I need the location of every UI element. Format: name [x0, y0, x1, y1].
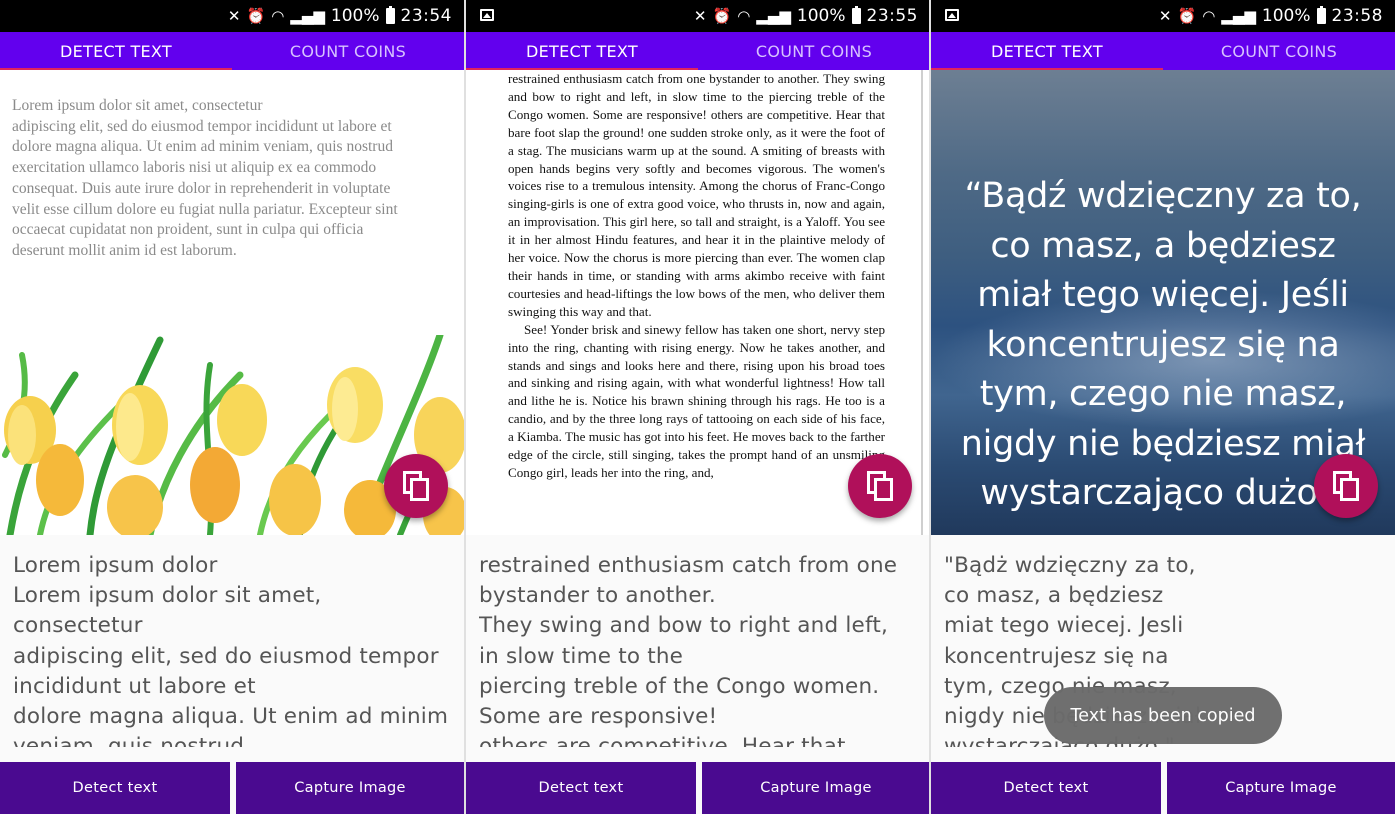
wifi-icon: ◠: [1202, 6, 1216, 25]
screen-1: ✕ ⏰ ◠ ▂▄▆ 100% 23:54 DETECT TEXT COUNT C…: [0, 0, 464, 814]
quote-line: co masz, a będziesz: [990, 225, 1336, 266]
result-line: consectetur: [13, 613, 143, 639]
signal-icon: ▂▄▆: [290, 6, 325, 25]
result-line: "Bądż wdzięczny za to,: [944, 553, 1196, 578]
wifi-icon: ◠: [737, 6, 751, 25]
tab-detect-text[interactable]: DETECT TEXT: [466, 32, 698, 70]
detect-text-button[interactable]: Detect text: [0, 762, 230, 814]
image-text-line: dolore magna aliqua. Ut enim ad minim ve…: [12, 138, 393, 156]
battery-percent: 100%: [1261, 6, 1311, 26]
battery-percent: 100%: [796, 6, 846, 26]
detected-text-result: restrained enthusiasm catch from one bys…: [479, 551, 924, 747]
capture-image-button[interactable]: Capture Image: [1167, 762, 1395, 814]
result-line: incididunt ut labore et: [13, 673, 256, 699]
result-line: bystander to another.: [479, 583, 716, 609]
image-text-line: consequat. Duis aute irure dolor in repr…: [12, 179, 391, 197]
result-line: restrained enthusiasm catch from one: [479, 553, 898, 578]
tab-count-coins[interactable]: COUNT COINS: [1163, 32, 1395, 70]
alarm-icon: ⏰: [712, 6, 732, 25]
status-bar: ✕ ⏰ ◠ ▂▄▆ 100% 23:55: [466, 0, 930, 32]
result-line: veniam, quis nostrud: [13, 734, 245, 747]
alarm-icon: ⏰: [1177, 6, 1197, 25]
image-text-line: occaecat cupidatat non proident, sunt in…: [12, 221, 364, 239]
signal-icon: ▂▄▆: [756, 6, 791, 25]
mute-icon: ✕: [1158, 6, 1172, 25]
status-icons: ✕ ⏰ ◠ ▂▄▆ 100% 23:55: [694, 0, 918, 32]
result-line: piercing treble of the Congo women.: [479, 673, 880, 699]
image-text-line: adipiscing elit, sed do eiusmod tempor i…: [12, 117, 392, 135]
quote-line: miał tego więcej. Jeśli: [977, 275, 1349, 315]
wifi-icon: ◠: [271, 6, 285, 25]
copy-icon: [403, 471, 429, 501]
signal-icon: ▂▄▆: [1221, 6, 1256, 25]
book-page-text: restrained enthusiasm catch from one bys…: [508, 70, 885, 482]
screen-3: ✕ ⏰ ◠ ▂▄▆ 100% 23:58 DETECT TEXT COUNT C…: [931, 0, 1395, 814]
capture-image-button[interactable]: Capture Image: [702, 762, 930, 814]
tab-bar: DETECT TEXT COUNT COINS: [466, 32, 930, 70]
status-icons: ✕ ⏰ ◠ ▂▄▆ 100% 23:54: [228, 0, 452, 32]
book-paragraph: See! Yonder brisk and sinewy fellow has …: [508, 321, 885, 480]
result-line: koncentrujesz się na: [944, 643, 1169, 669]
detect-text-button[interactable]: Detect text: [466, 762, 696, 814]
detect-text-button[interactable]: Detect text: [931, 762, 1161, 814]
alarm-icon: ⏰: [246, 6, 266, 25]
result-line: Some are responsive!: [479, 704, 718, 730]
clock: 23:54: [400, 6, 452, 26]
image-text-line: deserunt mollit anim id est laborum.: [12, 241, 237, 259]
copied-toast: Text has been copied: [1044, 687, 1282, 744]
image-text-line: exercitation ullamco laboris nisi ut ali…: [12, 159, 377, 177]
gallery-icon: [480, 9, 494, 21]
quote-line: koncentrujesz się na: [986, 324, 1340, 365]
tab-count-coins[interactable]: COUNT COINS: [698, 32, 930, 70]
status-bar: ✕ ⏰ ◠ ▂▄▆ 100% 23:58: [931, 0, 1395, 32]
copy-icon: [867, 471, 893, 501]
result-line: Lorem ipsum dolor: [13, 553, 218, 578]
tab-detect-text[interactable]: DETECT TEXT: [0, 32, 232, 70]
copy-icon: [1333, 471, 1359, 501]
battery-icon: [851, 6, 861, 24]
result-line: They swing and bow to right and left,: [479, 613, 889, 639]
result-line: adipiscing elit, sed do eiusmod tempor: [13, 643, 439, 669]
tab-bar: DETECT TEXT COUNT COINS: [0, 32, 464, 70]
status-bar: ✕ ⏰ ◠ ▂▄▆ 100% 23:54: [0, 0, 464, 32]
image-text-line: velit esse cillum dolore eu fugiat nulla…: [12, 200, 398, 218]
tab-bar: DETECT TEXT COUNT COINS: [931, 32, 1395, 70]
status-icons: ✕ ⏰ ◠ ▂▄▆ 100% 23:58: [1159, 0, 1383, 32]
tab-detect-text[interactable]: DETECT TEXT: [931, 32, 1163, 70]
copy-fab-button[interactable]: [848, 454, 912, 518]
result-line: dolore magna aliqua. Ut enim ad minim: [13, 704, 449, 730]
page-edge: [921, 70, 923, 535]
screen-2: ✕ ⏰ ◠ ▂▄▆ 100% 23:55 DETECT TEXT COUNT C…: [466, 0, 930, 814]
detected-text-result: Lorem ipsum dolor Lorem ipsum dolor sit …: [13, 551, 458, 747]
battery-percent: 100%: [330, 6, 380, 26]
result-line: co masz, a będziesz: [944, 583, 1164, 609]
result-line: miat tego wiecej. Jesli: [944, 613, 1184, 639]
image-text-line: Lorem ipsum dolor sit amet, consectetur: [12, 97, 263, 114]
copy-fab-button[interactable]: [384, 454, 448, 518]
gallery-icon: [945, 9, 959, 21]
capture-image-button[interactable]: Capture Image: [236, 762, 464, 814]
image-text: Lorem ipsum dolor sit amet, consectetur …: [12, 96, 456, 262]
battery-icon: [385, 6, 395, 24]
tab-count-coins[interactable]: COUNT COINS: [232, 32, 464, 70]
result-line: in slow time to the: [479, 643, 684, 669]
quote-line: tym, czego nie masz,: [979, 374, 1347, 414]
mute-icon: ✕: [227, 6, 241, 25]
mute-icon: ✕: [693, 6, 707, 25]
clock: 23:55: [866, 6, 918, 26]
battery-icon: [1316, 6, 1326, 24]
copy-fab-button[interactable]: [1314, 454, 1378, 518]
clock: 23:58: [1331, 6, 1383, 26]
result-line: others are competitive. Hear that: [479, 734, 846, 747]
book-paragraph: restrained enthusiasm catch from one bys…: [508, 71, 885, 319]
quote-line: “Bądź wdzięczny za to,: [964, 176, 1362, 216]
result-line: Lorem ipsum dolor sit amet,: [13, 583, 322, 609]
